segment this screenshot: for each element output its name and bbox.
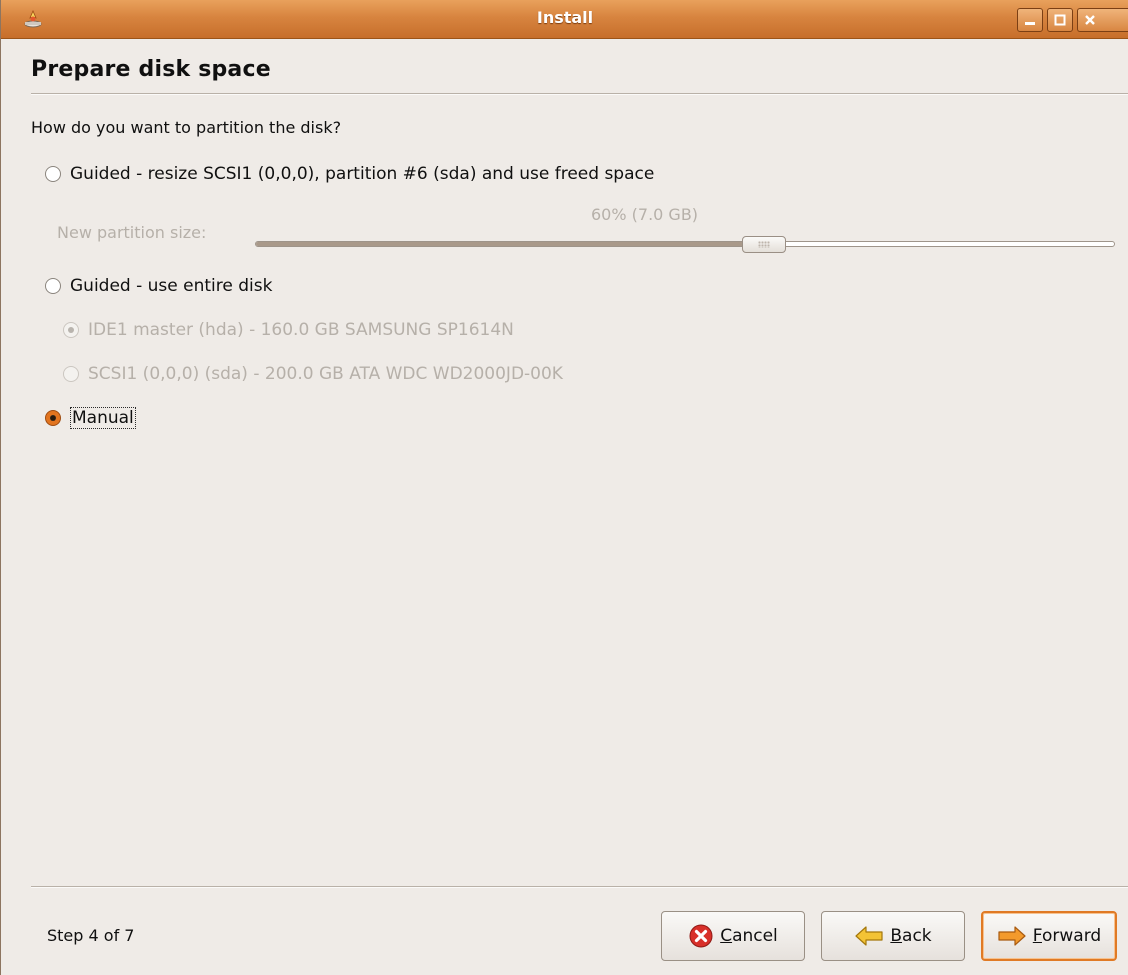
back-button[interactable]: Back [821, 911, 965, 961]
window-title: Install [536, 8, 594, 27]
partition-size-value: 60% (7.0 GB) [591, 205, 699, 224]
option-guided-entire[interactable]: Guided - use entire disk [45, 276, 272, 296]
guided-resize-radio[interactable] [45, 166, 61, 182]
guided-resize-label: Guided - resize SCSI1 (0,0,0), partition… [70, 164, 655, 184]
install-window: Install Prepare disk space How do you wa… [0, 0, 1128, 975]
guided-entire-radio[interactable] [45, 278, 61, 294]
cancel-button[interactable]: Cancel [661, 911, 805, 961]
manual-radio[interactable] [45, 410, 61, 426]
cancel-label: Cancel [720, 926, 778, 946]
slider-handle[interactable] [742, 236, 787, 253]
disk-option-sda[interactable]: SCSI1 (0,0,0) (sda) - 200.0 GB ATA WDC W… [63, 364, 563, 384]
header-separator [31, 93, 1128, 95]
forward-button[interactable]: Forward [981, 911, 1117, 961]
partition-size-label: New partition size: [57, 223, 207, 242]
disk-option-hda[interactable]: IDE1 master (hda) - 160.0 GB SAMSUNG SP1… [63, 320, 514, 340]
disk-sda-label: SCSI1 (0,0,0) (sda) - 200.0 GB ATA WDC W… [88, 364, 563, 384]
disk-hda-label: IDE1 master (hda) - 160.0 GB SAMSUNG SP1… [88, 320, 514, 340]
back-label: Back [890, 926, 932, 946]
close-icon [1085, 15, 1095, 25]
disk-hda-radio[interactable] [63, 322, 79, 338]
footer-separator [31, 886, 1128, 888]
arrow-right-icon [998, 926, 1026, 946]
partition-size-slider[interactable] [255, 241, 1115, 247]
arrow-left-icon [855, 926, 883, 946]
minimize-icon [1025, 22, 1035, 25]
partition-question: How do you want to partition the disk? [31, 118, 342, 137]
page-title: Prepare disk space [31, 57, 271, 82]
title-bar[interactable]: Install [1, 0, 1128, 39]
maximize-button[interactable] [1047, 8, 1073, 32]
maximize-icon [1054, 14, 1066, 26]
close-button[interactable] [1077, 8, 1128, 32]
minimize-button[interactable] [1017, 8, 1043, 32]
forward-label: Forward [1032, 926, 1102, 946]
cancel-icon [689, 924, 713, 948]
step-indicator: Step 4 of 7 [47, 926, 135, 945]
slider-fill [256, 242, 771, 246]
guided-entire-label: Guided - use entire disk [70, 276, 273, 296]
manual-label: Manual [70, 407, 136, 429]
disk-sda-radio[interactable] [63, 366, 79, 382]
option-guided-resize[interactable]: Guided - resize SCSI1 (0,0,0), partition… [45, 164, 654, 184]
option-manual[interactable]: Manual [45, 407, 136, 429]
